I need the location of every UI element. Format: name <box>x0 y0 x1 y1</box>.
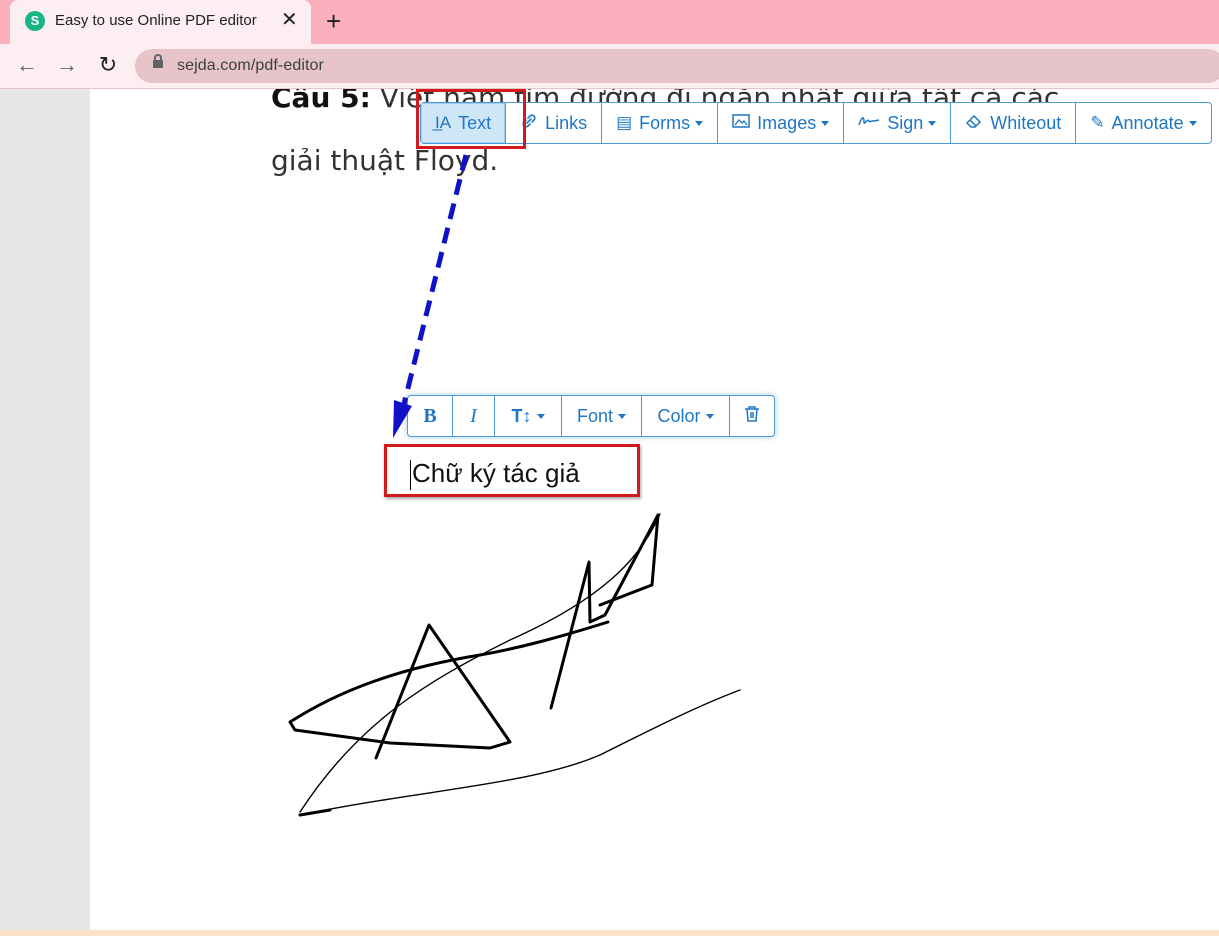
dashed-arrow <box>393 154 469 438</box>
signature-drawing[interactable] <box>288 513 741 817</box>
arrowhead-icon <box>393 400 412 438</box>
annotation-overlay <box>288 154 741 817</box>
